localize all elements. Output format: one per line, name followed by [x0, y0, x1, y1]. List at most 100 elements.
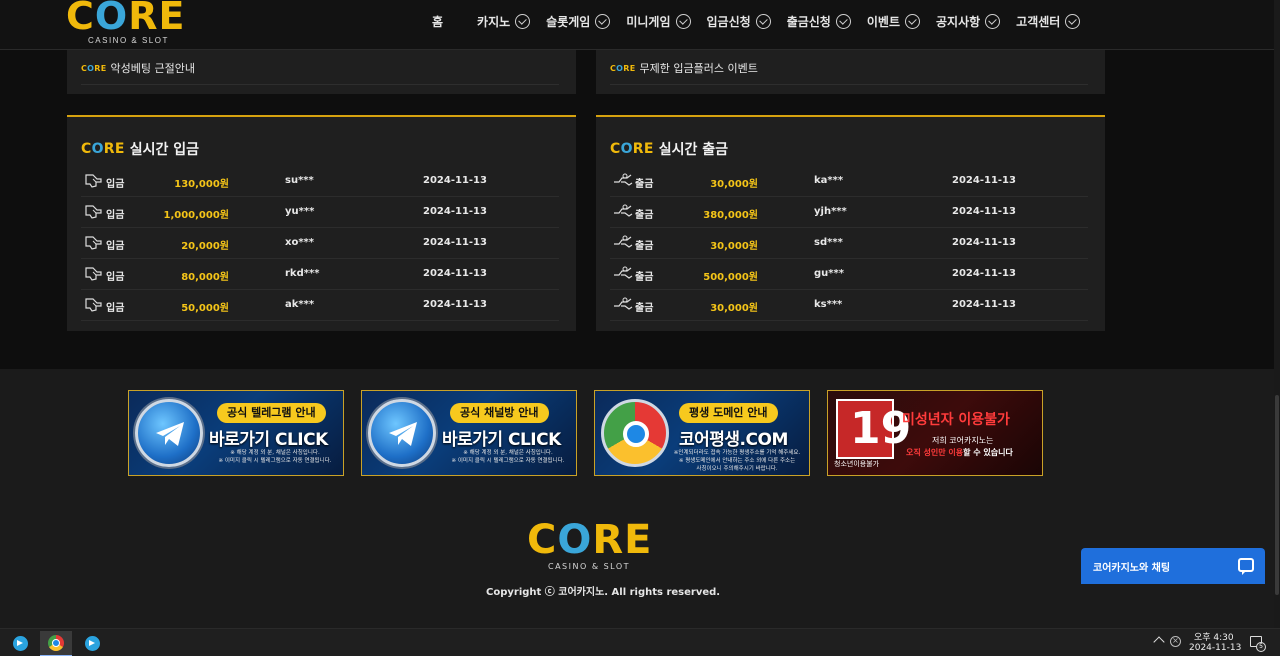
chevron-down-icon	[675, 14, 691, 29]
brand-mark: CORE	[610, 63, 636, 73]
table-row: 출금 30,000원 ks*** 2024-11-13	[610, 290, 1088, 321]
row-user: rkd***	[285, 268, 320, 279]
chevron-down-icon	[904, 14, 920, 29]
live-deposit-panel: CORE 실시간 입금 입금 130,000원 su*** 2024-11-13 입금 1…	[67, 115, 576, 331]
age-restriction-banner[interactable]: 19 청소년이용불가 미성년자 이용불가 저희 코어카지노는 오직 성인만 이용…	[827, 390, 1043, 476]
brand-mark: CORE	[610, 141, 654, 157]
table-row: 출금 30,000원 ka*** 2024-11-13	[610, 166, 1088, 197]
taskbar-telegram[interactable]	[4, 631, 36, 656]
nav-casino[interactable]: 카지노	[477, 13, 531, 30]
table-row: 입금 50,000원 ak*** 2024-11-13	[81, 290, 559, 321]
row-date: 2024-11-13	[952, 237, 1016, 248]
tray-close-icon[interactable]: ×	[1170, 636, 1181, 647]
scrollbar-thumb[interactable]	[1275, 395, 1279, 595]
chevron-down-icon	[515, 14, 531, 29]
row-type: 입금	[106, 241, 125, 252]
footer-logo: CORE CASINO & SLOT	[527, 517, 653, 571]
notification-badge: 5	[1256, 642, 1266, 652]
notice-text: 악성베팅 근절안내	[110, 62, 195, 75]
age-line-1: 저희 코어카지노는	[932, 436, 994, 445]
taskbar-chrome[interactable]	[40, 631, 72, 656]
copyright-text: Copyright ⓒ 코어카지노. All rights reserved.	[486, 587, 721, 598]
row-amount: 1,000,000원	[163, 210, 229, 221]
chat-label: 코어카지노와 채팅	[1093, 563, 1171, 574]
row-amount: 30,000원	[710, 179, 758, 190]
telegram-icon	[368, 399, 436, 467]
deposit-list: 입금 130,000원 su*** 2024-11-13 입금 1,000,000원 yu*…	[81, 166, 559, 321]
row-date: 2024-11-13	[423, 299, 487, 310]
chevron-down-icon	[595, 14, 611, 29]
row-type: 입금	[106, 272, 125, 283]
nav-deposit[interactable]: 입금신청	[707, 13, 771, 30]
banner-headline: 코어평생.COM	[679, 430, 788, 450]
channel-banner[interactable]: 공식 채널방 안내 바로가기 CLICK ※ 해당 계정 외 분, 채널은 사칭…	[361, 390, 577, 476]
nav-withdraw[interactable]: 출금신청	[787, 13, 851, 30]
row-amount: 380,000원	[703, 210, 758, 221]
row-user: su***	[285, 175, 314, 186]
row-amount: 30,000원	[710, 241, 758, 252]
deposit-hand-icon	[84, 173, 104, 189]
clock-date[interactable]: 2024-11-13	[1189, 643, 1241, 653]
age-19-icon: 19	[836, 399, 911, 459]
main-nav: 홈 카지노 슬롯게임 미니게임 입금신청 출금신청 이벤트 공지사항 고객센터	[420, 13, 1096, 30]
deposit-hand-icon	[84, 266, 104, 282]
row-type: 출금	[635, 210, 654, 221]
table-row: 출금 30,000원 sd*** 2024-11-13	[610, 228, 1088, 259]
domain-banner[interactable]: 평생 도메인 안내 코어평생.COM ※인계되더라도 접속 가능한 평생주소를 …	[594, 390, 810, 476]
notice-text: 무제한 입금플러스 이벤트	[639, 62, 758, 75]
notice-item[interactable]: CORE 무제한 입금플러스 이벤트	[610, 60, 1088, 85]
withdraw-list: 출금 30,000원 ka*** 2024-11-13 출금 380,000원 yjh***…	[610, 166, 1088, 321]
age-label: 청소년이용불가	[834, 460, 880, 468]
withdraw-hand-icon	[613, 173, 633, 189]
row-user: yjh***	[814, 206, 847, 217]
table-row: 입금 130,000원 su*** 2024-11-13	[81, 166, 559, 197]
table-row: 출금 500,000원 gu*** 2024-11-13	[610, 259, 1088, 290]
row-type: 출금	[635, 303, 654, 314]
taskbar-telegram-2[interactable]	[76, 631, 108, 656]
tray-chevron-up-icon[interactable]	[1153, 636, 1165, 648]
row-user: ka***	[814, 175, 844, 186]
banner-headline: 바로가기 CLICK	[209, 430, 328, 450]
banner-pill: 공식 채널방 안내	[450, 403, 549, 423]
os-taskbar: × 오후 4:30 2024-11-13 5	[0, 628, 1280, 656]
nav-minigame[interactable]: 미니게임	[626, 13, 691, 30]
row-date: 2024-11-13	[952, 268, 1016, 279]
page-scrollbar[interactable]	[1274, 0, 1280, 628]
table-row: 출금 380,000원 yjh*** 2024-11-13	[610, 197, 1088, 228]
logo-wordmark: CORE	[66, 0, 186, 38]
panel-title: CORE 실시간 입금	[81, 141, 200, 158]
row-amount: 20,000원	[181, 241, 229, 252]
row-amount: 130,000원	[174, 179, 229, 190]
row-amount: 50,000원	[181, 303, 229, 314]
row-type: 입금	[106, 303, 125, 314]
withdraw-hand-icon	[613, 297, 633, 313]
row-date: 2024-11-13	[952, 206, 1016, 217]
row-user: gu***	[814, 268, 844, 279]
notice-item[interactable]: CORE 악성베팅 근절안내	[81, 60, 559, 85]
telegram-banner[interactable]: 공식 텔레그램 안내 바로가기 CLICK ※ 해당 계정 외 분, 채널은 사…	[128, 390, 344, 476]
chat-widget-button[interactable]: 코어카지노와 채팅	[1081, 548, 1265, 584]
site-logo[interactable]: CORE CASINO & SLOT	[66, 0, 186, 48]
chrome-icon	[601, 399, 669, 467]
age-title: 미성년자 이용불가	[902, 412, 1010, 428]
nav-slot[interactable]: 슬롯게임	[546, 13, 611, 30]
row-date: 2024-11-13	[952, 175, 1016, 186]
chrome-icon	[48, 635, 64, 651]
page-root: CORE CASINO & SLOT 홈 카지노 슬롯게임 미니게임 입금신청 …	[0, 0, 1280, 656]
nav-home[interactable]: 홈	[432, 13, 443, 30]
nav-event[interactable]: 이벤트	[867, 13, 920, 30]
withdraw-hand-icon	[613, 235, 633, 251]
deposit-hand-icon	[84, 235, 104, 251]
logo-subtitle: CASINO & SLOT	[88, 36, 169, 45]
chevron-down-icon	[835, 14, 851, 29]
chat-bubble-icon	[1238, 558, 1254, 575]
nav-support[interactable]: 고객센터	[1016, 13, 1081, 30]
clock-time[interactable]: 오후 4:30	[1194, 630, 1234, 643]
nav-notice[interactable]: 공지사항	[936, 13, 1001, 30]
row-type: 입금	[106, 179, 125, 190]
brand-mark: CORE	[81, 63, 107, 73]
row-amount: 500,000원	[703, 272, 758, 283]
row-date: 2024-11-13	[423, 175, 487, 186]
table-row: 입금 1,000,000원 yu*** 2024-11-13	[81, 197, 559, 228]
banner-note: ※ 해당 계정 외 분, 채널은 사칭입니다. ※ 이미지 클릭 시 텔레그램으로…	[218, 450, 332, 464]
